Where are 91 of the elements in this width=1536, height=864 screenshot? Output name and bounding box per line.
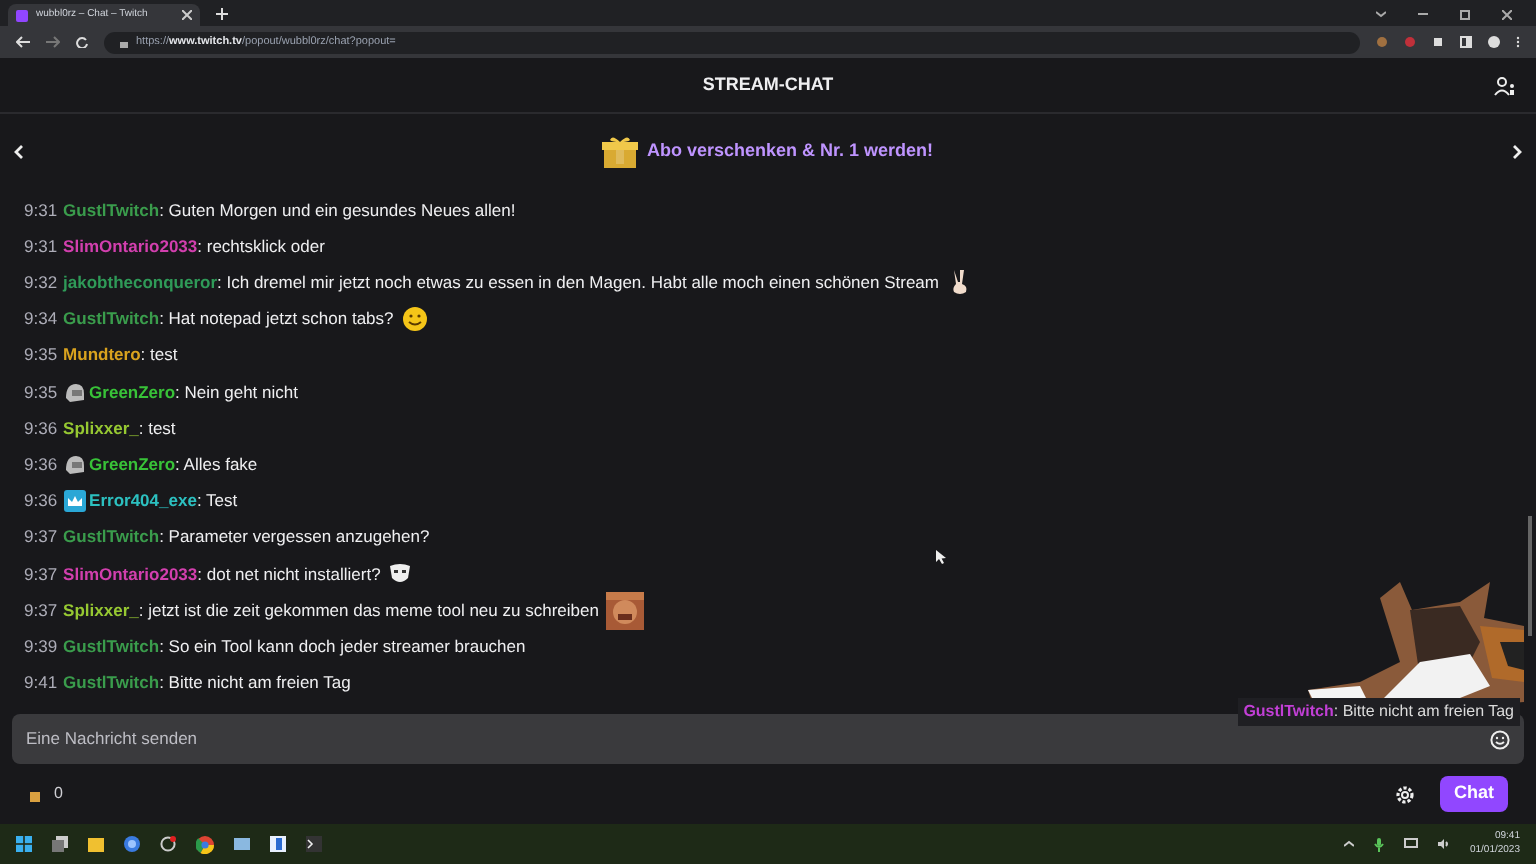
close-icon[interactable] xyxy=(1502,10,1512,20)
username[interactable]: GustlTwitch xyxy=(63,197,160,223)
folder-icon[interactable] xyxy=(88,836,104,852)
message-text: : jetzt ist die zeit gekommen das meme tool neu zu schreiben xyxy=(138,597,599,624)
username[interactable]: Splixxer_ xyxy=(63,597,139,624)
overlay-username: GustlTwitch xyxy=(1243,702,1334,720)
restore-icon[interactable] xyxy=(1460,10,1470,20)
chevron-up-icon[interactable] xyxy=(1343,840,1354,848)
scrollbar[interactable] xyxy=(1528,516,1532,636)
message-text: : Test xyxy=(196,488,238,514)
cursor-icon xyxy=(936,550,946,564)
username[interactable]: GreenZero xyxy=(89,452,176,478)
message-text: : So ein Tool kann doch jeder streamer brauchen xyxy=(159,633,526,660)
username[interactable]: GustlTwitch xyxy=(63,524,160,551)
username[interactable]: Error404_exe xyxy=(89,488,197,514)
message-text: : Hat notepad jetzt schon tabs? xyxy=(159,306,394,333)
emoji-icon[interactable] xyxy=(1490,729,1510,749)
minimize-icon[interactable] xyxy=(1418,10,1428,18)
message-time: 9:37 xyxy=(24,597,58,624)
sidebar-icon[interactable] xyxy=(1460,36,1472,48)
message-text: : rechtsklick oder xyxy=(197,233,325,260)
message-time: 9:36 xyxy=(24,415,58,442)
username[interactable]: GustlTwitch xyxy=(63,633,160,660)
username[interactable]: SlimOntario2033 xyxy=(63,561,198,587)
crown-icon xyxy=(63,490,86,513)
forward-icon[interactable] xyxy=(46,36,60,48)
message-text: : Alles fake xyxy=(175,452,258,478)
input-text[interactable]: Eine Nachricht senden xyxy=(26,726,1490,752)
task-view-icon[interactable] xyxy=(52,836,68,852)
message-text: : Ich dremel mir jetzt noch etwas zu essen in den Magen. Habt alle moch einen schönen Stream xyxy=(217,270,939,296)
app-icon[interactable] xyxy=(124,836,140,852)
username[interactable]: Splixxer_ xyxy=(63,415,139,442)
overlay-message: : Bitte nicht am freien Tag xyxy=(1333,702,1514,720)
speaker-icon[interactable] xyxy=(1437,838,1450,850)
extension-icon[interactable] xyxy=(1376,36,1388,48)
message-time: 9:35 xyxy=(24,379,58,405)
message-text: : Nein geht nicht xyxy=(175,379,298,405)
chevron-right-icon[interactable] xyxy=(1512,144,1522,160)
message-text: : dot net nicht installiert? xyxy=(197,561,381,587)
message-time: 9:36 xyxy=(24,452,58,478)
back-icon[interactable] xyxy=(16,36,30,48)
message-time: 9:31 xyxy=(24,197,58,223)
message-time: 9:37 xyxy=(24,561,58,587)
image-app-icon[interactable] xyxy=(234,836,250,852)
channel-points-icon xyxy=(28,787,42,801)
message-time: 9:34 xyxy=(24,306,58,333)
username[interactable]: Mundtero xyxy=(63,342,141,369)
app-icon[interactable] xyxy=(270,836,286,852)
browser-icon[interactable] xyxy=(196,835,214,853)
username[interactable]: GustlTwitch xyxy=(63,306,160,333)
message-time: 9:37 xyxy=(24,524,58,551)
start-icon[interactable] xyxy=(16,836,32,852)
smiley-icon xyxy=(401,306,428,333)
chat-title: STREAM-CHAT xyxy=(702,71,834,98)
microphone-icon[interactable] xyxy=(1373,837,1384,851)
message-text: : Parameter vergessen anzugehen? xyxy=(159,524,430,551)
message-time: 9:32 xyxy=(24,270,58,296)
points-count: 0 xyxy=(54,782,63,806)
message-time: 9:31 xyxy=(24,233,58,260)
lock-icon xyxy=(120,37,128,47)
reload-icon[interactable] xyxy=(76,36,88,48)
helmet-icon xyxy=(63,453,86,476)
mask-icon xyxy=(388,561,413,586)
profile-icon[interactable] xyxy=(1488,36,1500,48)
message-text: : test xyxy=(138,415,176,442)
peace-hand-icon xyxy=(947,268,971,297)
new-tab-icon[interactable] xyxy=(216,8,228,20)
chevron-left-icon[interactable] xyxy=(14,144,24,160)
username[interactable]: jakobtheconqueror xyxy=(63,270,218,296)
helmet-icon xyxy=(63,381,86,404)
chevron-down-icon[interactable] xyxy=(1376,10,1386,18)
app-icon[interactable] xyxy=(160,836,176,852)
username[interactable]: GustlTwitch xyxy=(63,670,160,696)
message-text: : Bitte nicht am freien Tag xyxy=(159,670,351,696)
message-time: 9:41 xyxy=(24,670,58,696)
network-icon[interactable] xyxy=(1403,838,1418,850)
users-icon[interactable] xyxy=(1494,75,1516,95)
close-icon xyxy=(182,10,192,20)
message-time: 9:35 xyxy=(24,342,58,369)
message-time: 9:36 xyxy=(24,488,58,514)
gift-icon xyxy=(602,134,639,170)
message-text: : test xyxy=(140,342,178,369)
message-time: 9:39 xyxy=(24,633,58,660)
message-text: : Guten Morgen und ein gesundes Neues allen! xyxy=(159,197,516,223)
username[interactable]: GreenZero xyxy=(89,379,176,405)
twitch-logo-icon xyxy=(16,9,28,21)
terminal-icon[interactable] xyxy=(306,836,322,852)
username[interactable]: SlimOntario2033 xyxy=(63,233,198,260)
settings-icon[interactable] xyxy=(1394,783,1416,805)
chat-button[interactable]: Chat xyxy=(1440,776,1508,812)
gift-subscription-banner[interactable]: Abo verschenken & Nr. 1 werden! xyxy=(646,138,934,166)
